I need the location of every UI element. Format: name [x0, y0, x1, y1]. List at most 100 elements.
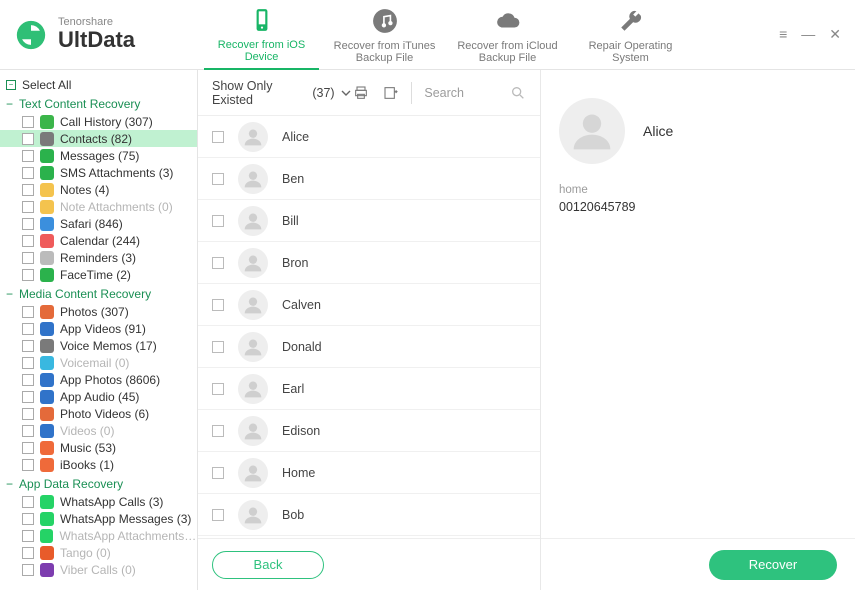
back-button[interactable]: Back — [212, 551, 324, 579]
checkbox[interactable] — [212, 341, 224, 353]
checkbox[interactable] — [22, 564, 34, 576]
checkbox[interactable] — [22, 116, 34, 128]
contact-row[interactable]: Donald — [198, 326, 540, 368]
sidebar-item[interactable]: Viber Calls (0) — [0, 561, 197, 578]
sidebar-item[interactable]: App Photos (8606) — [0, 371, 197, 388]
checkbox[interactable] — [212, 257, 224, 269]
sidebar-group-header[interactable]: −Text Content Recovery — [6, 97, 197, 111]
sidebar-group-header[interactable]: −App Data Recovery — [6, 477, 197, 491]
sidebar-item[interactable]: iBooks (1) — [0, 456, 197, 473]
contact-row[interactable]: Earl — [198, 368, 540, 410]
print-icon[interactable] — [351, 82, 371, 104]
sidebar-item[interactable]: Voice Memos (17) — [0, 337, 197, 354]
checkbox[interactable] — [22, 357, 34, 369]
checkbox[interactable] — [22, 442, 34, 454]
contact-row[interactable]: Ben — [198, 158, 540, 200]
contact-row[interactable]: Bill — [198, 200, 540, 242]
collapse-icon[interactable]: − — [6, 97, 13, 111]
checkbox[interactable] — [22, 425, 34, 437]
checkbox[interactable] — [212, 467, 224, 479]
sidebar-item[interactable]: Music (53) — [0, 439, 197, 456]
checkbox[interactable] — [22, 201, 34, 213]
checkbox[interactable] — [212, 131, 224, 143]
checkbox[interactable] — [22, 496, 34, 508]
sidebar-item[interactable]: App Videos (91) — [0, 320, 197, 337]
filter-count: (37) — [312, 86, 334, 100]
checkbox[interactable] — [22, 269, 34, 281]
sidebar-item[interactable]: SMS Attachments (3) — [0, 164, 197, 181]
sidebar-item[interactable]: Call History (307) — [0, 113, 197, 130]
sidebar-item[interactable]: Photos (307) — [0, 303, 197, 320]
contact-row[interactable]: Edison — [198, 410, 540, 452]
sidebar-item[interactable]: Notes (4) — [0, 181, 197, 198]
tab-phone[interactable]: Recover from iOS Device — [204, 0, 319, 70]
checkbox[interactable] — [22, 391, 34, 403]
sidebar-item[interactable]: Calendar (244) — [0, 232, 197, 249]
minimize-icon[interactable]: — — [801, 26, 815, 43]
contact-row[interactable]: Home — [198, 452, 540, 494]
itunes-icon — [370, 6, 400, 36]
checkbox[interactable] — [22, 133, 34, 145]
sidebar-item[interactable]: Contacts (82) — [0, 130, 197, 147]
search-icon[interactable] — [510, 85, 526, 101]
checkbox[interactable] — [212, 173, 224, 185]
contact-list[interactable]: AliceBenBillBronCalvenDonaldEarlEdisonHo… — [198, 116, 540, 538]
contact-row[interactable]: Calven — [198, 284, 540, 326]
contact-row[interactable]: Alice — [198, 116, 540, 158]
collapse-icon[interactable]: − — [6, 80, 16, 90]
checkbox[interactable] — [22, 323, 34, 335]
checkbox[interactable] — [22, 374, 34, 386]
sidebar-item[interactable]: WhatsApp Calls (3) — [0, 493, 197, 510]
menu-icon[interactable]: ≡ — [779, 26, 787, 43]
sidebar-item[interactable]: Messages (75) — [0, 147, 197, 164]
checkbox[interactable] — [22, 184, 34, 196]
sidebar-item[interactable]: WhatsApp Messages (3) — [0, 510, 197, 527]
window-controls: ≡ — ✕ — [779, 26, 841, 43]
checkbox[interactable] — [22, 252, 34, 264]
search-input[interactable]: Search — [418, 86, 470, 100]
checkbox[interactable] — [22, 340, 34, 352]
tab-cloud[interactable]: Recover from iCloud Backup File — [450, 0, 565, 70]
checkbox[interactable] — [22, 306, 34, 318]
close-icon[interactable]: ✕ — [829, 26, 841, 43]
sidebar-item[interactable]: App Audio (45) — [0, 388, 197, 405]
checkbox[interactable] — [212, 509, 224, 521]
sidebar-item[interactable]: Videos (0) — [0, 422, 197, 439]
recover-button[interactable]: Recover — [709, 550, 837, 580]
sidebar-item[interactable]: Voicemail (0) — [0, 354, 197, 371]
tab-wrench[interactable]: Repair Operating System — [573, 0, 688, 70]
contact-row[interactable]: Bob — [198, 494, 540, 536]
sidebar-item[interactable]: Photo Videos (6) — [0, 405, 197, 422]
sidebar-item[interactable]: Tango (0) — [0, 544, 197, 561]
collapse-icon[interactable]: − — [6, 287, 13, 301]
export-icon[interactable] — [381, 82, 401, 104]
checkbox[interactable] — [22, 547, 34, 559]
checkbox[interactable] — [22, 459, 34, 471]
sidebar-item[interactable]: Safari (846) — [0, 215, 197, 232]
category-icon — [40, 217, 54, 231]
sidebar[interactable]: − Select All −Text Content Recovery Call … — [0, 70, 198, 590]
checkbox[interactable] — [22, 235, 34, 247]
checkbox[interactable] — [22, 218, 34, 230]
checkbox[interactable] — [22, 513, 34, 525]
checkbox[interactable] — [212, 425, 224, 437]
tab-itunes[interactable]: Recover from iTunes Backup File — [327, 0, 442, 70]
collapse-icon[interactable]: − — [6, 477, 13, 491]
checkbox[interactable] — [22, 530, 34, 542]
checkbox[interactable] — [212, 383, 224, 395]
checkbox[interactable] — [22, 408, 34, 420]
filter-dropdown[interactable]: Show Only Existed (37) — [212, 79, 351, 107]
avatar-icon — [238, 458, 268, 488]
select-all-row[interactable]: − Select All — [6, 76, 197, 93]
sidebar-item[interactable]: FaceTime (2) — [0, 266, 197, 283]
sidebar-item[interactable]: WhatsApp Attachments (0) — [0, 527, 197, 544]
sidebar-item[interactable]: Note Attachments (0) — [0, 198, 197, 215]
sidebar-group-header[interactable]: −Media Content Recovery — [6, 287, 197, 301]
sidebar-item[interactable]: Reminders (3) — [0, 249, 197, 266]
checkbox[interactable] — [22, 167, 34, 179]
checkbox[interactable] — [212, 299, 224, 311]
contact-row[interactable]: Bron — [198, 242, 540, 284]
checkbox[interactable] — [22, 150, 34, 162]
sidebar-item-label: Photos (307) — [60, 305, 129, 319]
checkbox[interactable] — [212, 215, 224, 227]
